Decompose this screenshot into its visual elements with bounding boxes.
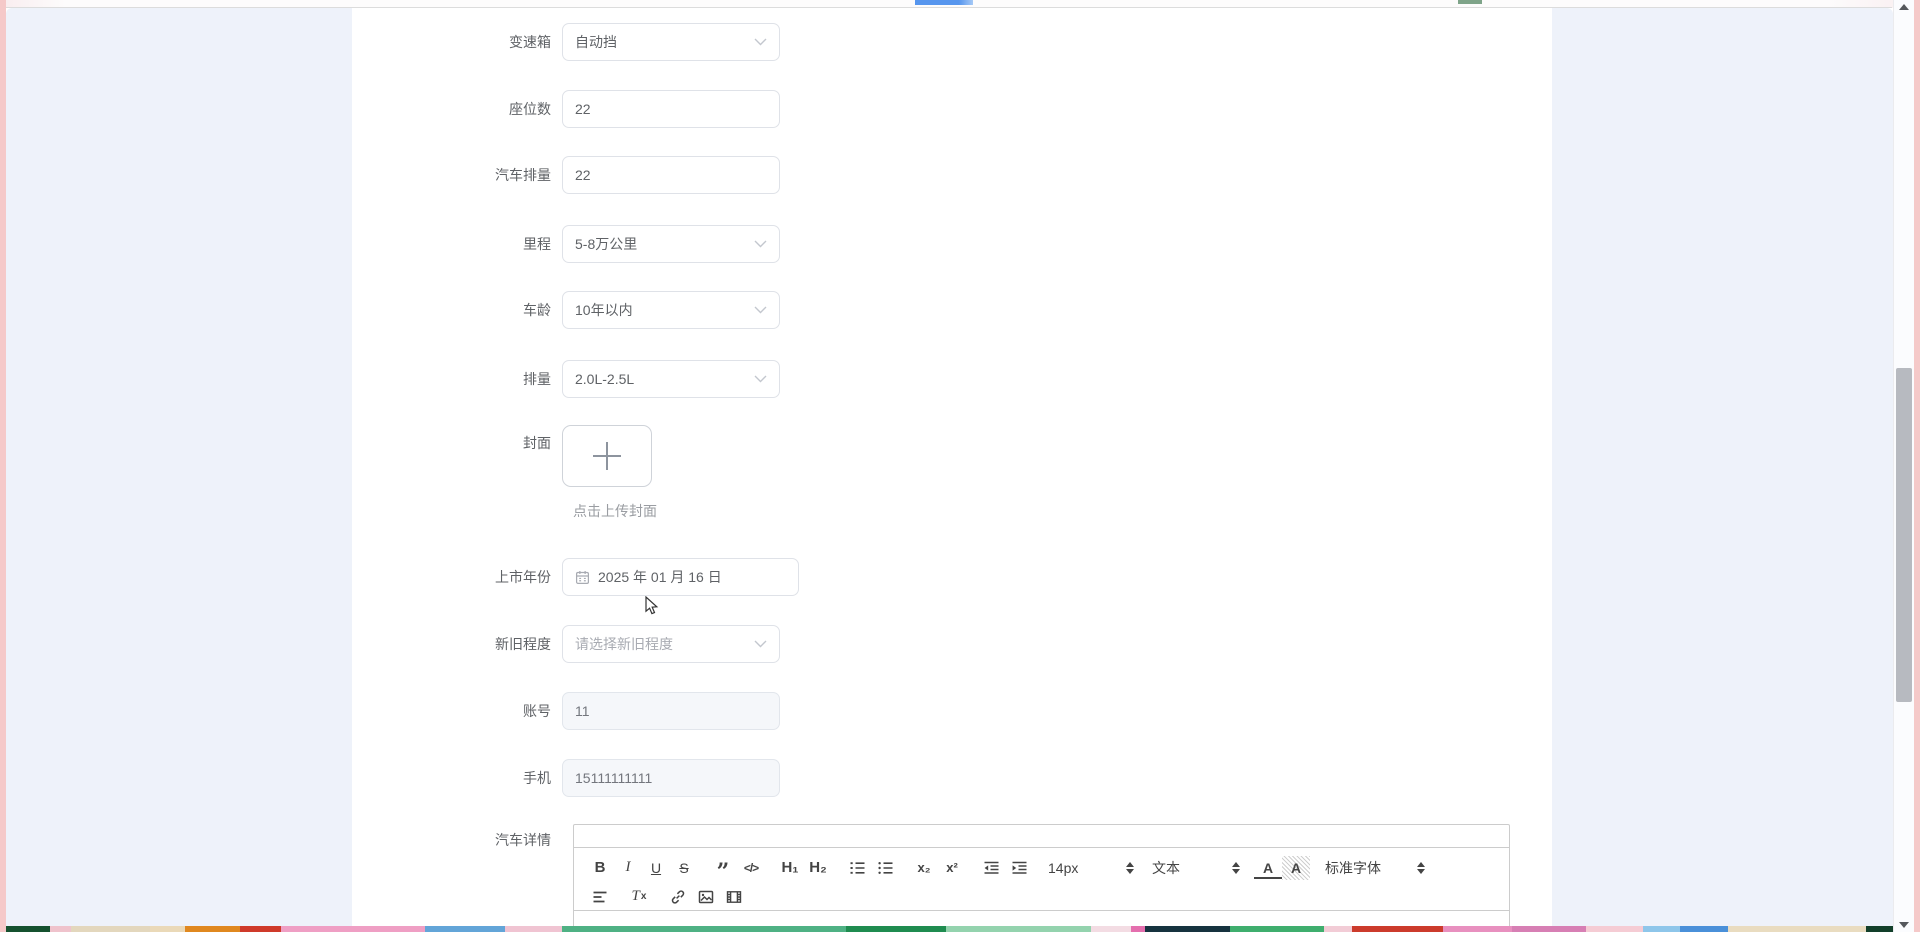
clear-format-button[interactable]: Tx: [625, 885, 653, 909]
form-row-market-year: 上市年份 2025 年 01 月 16 日: [352, 558, 799, 596]
form-row-account: 账号 11: [352, 692, 780, 730]
code-block-button[interactable]: </>: [737, 856, 765, 880]
blockquote-button[interactable]: ”: [709, 852, 737, 884]
ordered-list-icon[interactable]: [843, 856, 871, 880]
editor-toolbar: B I U S ” </> H₁ H₂ x₂ x² 14px 文本 A A 标准…: [574, 848, 1509, 911]
mouse-cursor: [645, 596, 659, 615]
cover-upload-hint: 点击上传封面: [573, 503, 657, 519]
transmission-label: 变速箱: [509, 34, 551, 50]
chevron-down-icon: [754, 306, 767, 314]
link-icon[interactable]: [664, 885, 692, 909]
market-year-label: 上市年份: [495, 569, 551, 585]
displacement-range-label: 排量: [523, 371, 551, 387]
car-detail-editor[interactable]: B I U S ” </> H₁ H₂ x₂ x² 14px 文本 A A 标准…: [573, 824, 1510, 932]
window-frame-left: [0, 0, 6, 932]
top-edge-strip: [6, 0, 1914, 8]
vertical-scrollbar[interactable]: [1893, 0, 1914, 932]
underline-button[interactable]: U: [642, 856, 670, 880]
market-year-date-picker[interactable]: 2025 年 01 月 16 日: [562, 558, 799, 596]
heading1-button[interactable]: H₁: [776, 856, 804, 880]
form-row-cover: 封面: [352, 425, 652, 487]
editor-title-line[interactable]: [574, 825, 1509, 848]
editor-toolbar-row-1: B I U S ” </> H₁ H₂ x₂ x² 14px 文本 A A 标准…: [586, 852, 1509, 884]
chevron-down-icon: [754, 38, 767, 46]
chevron-down-icon: [754, 375, 767, 383]
condition-select[interactable]: 请选择新旧程度: [562, 625, 780, 663]
top-green-bar: [1458, 0, 1482, 4]
chevron-down-icon: [754, 640, 767, 648]
form-row-car-detail: 汽车详情: [352, 830, 562, 850]
phone-label: 手机: [523, 770, 551, 786]
header-style-picker[interactable]: 文本: [1148, 856, 1244, 880]
outdent-icon[interactable]: [977, 856, 1005, 880]
bullet-list-icon[interactable]: [871, 856, 899, 880]
bottom-image-strip: [6, 926, 1893, 932]
right-background-panel: [1552, 8, 1893, 926]
form-row-condition: 新旧程度 请选择新旧程度: [352, 625, 780, 663]
window-frame-right: [1914, 0, 1920, 932]
engine-displacement-label: 汽车排量: [495, 167, 551, 183]
top-divider-line: [6, 7, 1892, 8]
text-color-button[interactable]: A: [1254, 859, 1282, 879]
account-label: 账号: [523, 703, 551, 719]
editor-toolbar-row-2: Tx: [586, 882, 1509, 911]
seats-input[interactable]: 22: [562, 90, 780, 128]
app-viewport: 变速箱 自动挡 座位数 22 汽车排量 22 里程 5-8万公里 车龄 10年以…: [0, 0, 1920, 932]
scrollbar-thumb[interactable]: [1896, 368, 1912, 702]
spinner-arrows-icon: [1126, 861, 1134, 874]
italic-button[interactable]: I: [614, 856, 642, 880]
heading2-button[interactable]: H₂: [804, 856, 832, 880]
phone-input: 15111111111: [562, 759, 780, 797]
scrollbar-down-arrow-icon[interactable]: [1899, 922, 1909, 928]
displacement-range-select[interactable]: 2.0L-2.5L: [562, 360, 780, 398]
font-size-picker[interactable]: 14px: [1044, 856, 1138, 880]
indent-icon[interactable]: [1005, 856, 1033, 880]
chevron-down-icon: [754, 240, 767, 248]
align-icon[interactable]: [586, 885, 614, 909]
cover-upload-button[interactable]: [562, 425, 652, 487]
bold-button[interactable]: B: [586, 856, 614, 880]
video-icon[interactable]: [720, 885, 748, 909]
calendar-icon: [575, 570, 590, 585]
form-row-engine-displacement: 汽车排量 22: [352, 156, 780, 194]
subscript-button[interactable]: x₂: [910, 856, 938, 880]
mileage-select[interactable]: 5-8万公里: [562, 225, 780, 263]
form-row-phone: 手机 15111111111: [352, 759, 780, 797]
transmission-select[interactable]: 自动挡: [562, 23, 780, 61]
spinner-arrows-icon: [1417, 861, 1425, 874]
scrollbar-up-arrow-icon[interactable]: [1899, 4, 1909, 10]
top-blue-bar: [915, 0, 973, 5]
mileage-label: 里程: [523, 236, 551, 252]
left-background-panel: [6, 8, 352, 926]
car-age-label: 车龄: [523, 302, 551, 318]
form-row-car-age: 车龄 10年以内: [352, 291, 780, 329]
strikethrough-button[interactable]: S: [670, 856, 698, 880]
form-row-seats: 座位数 22: [352, 90, 780, 128]
car-detail-label: 汽车详情: [495, 832, 551, 848]
superscript-button[interactable]: x²: [938, 856, 966, 880]
form-row-displacement-range: 排量 2.0L-2.5L: [352, 360, 780, 398]
cover-label: 封面: [523, 435, 551, 451]
highlight-color-button[interactable]: A: [1282, 855, 1310, 880]
engine-displacement-input[interactable]: 22: [562, 156, 780, 194]
image-icon[interactable]: [692, 885, 720, 909]
spinner-arrows-icon: [1232, 861, 1240, 874]
seats-label: 座位数: [509, 101, 551, 117]
account-input: 11: [562, 692, 780, 730]
form-row-mileage: 里程 5-8万公里: [352, 225, 780, 263]
font-family-picker[interactable]: 标准字体: [1321, 856, 1429, 880]
form-row-transmission: 变速箱 自动挡: [352, 23, 780, 61]
plus-icon: [593, 442, 621, 470]
condition-label: 新旧程度: [495, 636, 551, 652]
car-age-select[interactable]: 10年以内: [562, 291, 780, 329]
